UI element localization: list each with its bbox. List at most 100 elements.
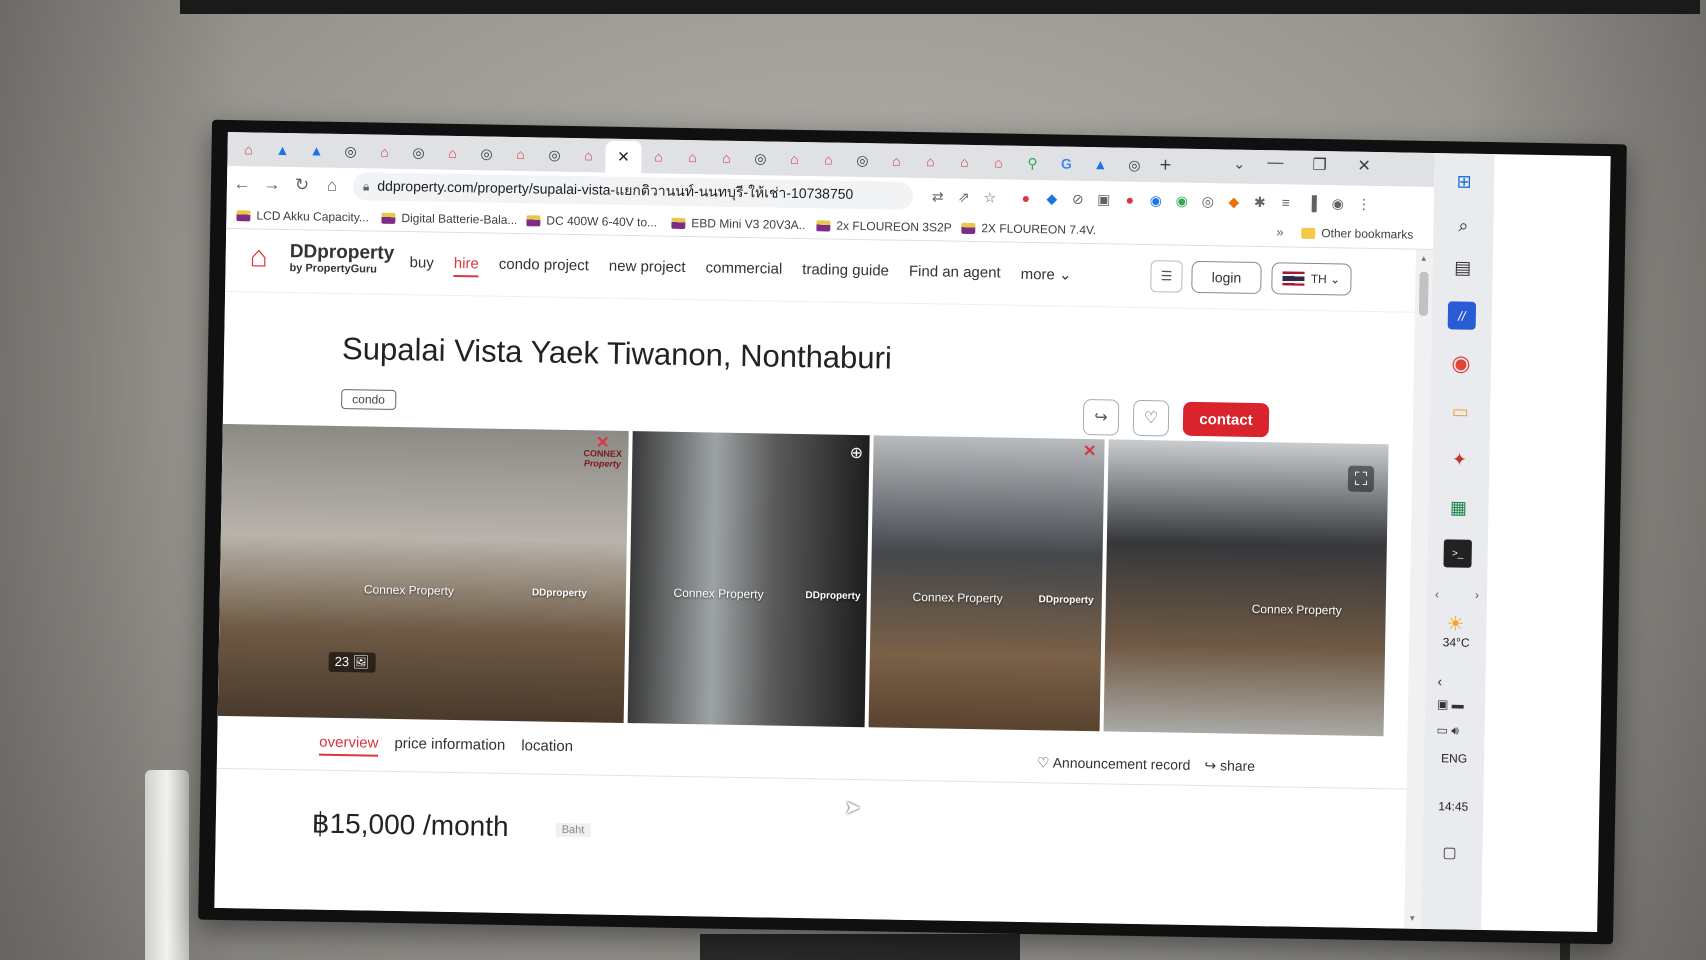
input-language[interactable]: ENG bbox=[1424, 751, 1484, 766]
bookmarks-overflow-icon[interactable]: » bbox=[1276, 224, 1283, 239]
photo-count-badge[interactable]: 23 🖼︎ bbox=[328, 651, 376, 673]
task-view-icon[interactable]: ▤ bbox=[1448, 253, 1476, 281]
browser-tab[interactable]: ▲ bbox=[265, 136, 299, 165]
browser-tab[interactable]: ◎ bbox=[537, 140, 571, 169]
scroll-thumb[interactable] bbox=[1418, 271, 1429, 316]
home-icon[interactable]: ⌂ bbox=[317, 176, 347, 197]
new-tab-button[interactable]: + bbox=[1151, 151, 1179, 179]
browser-tab[interactable]: ◎ bbox=[743, 144, 777, 173]
photo-bedroom-2[interactable]: ⛶ Connex Property bbox=[1103, 439, 1389, 737]
nav-item[interactable]: condo project bbox=[499, 256, 589, 280]
extension-icon-1[interactable]: ● bbox=[1013, 190, 1039, 206]
bookmark-item[interactable]: Digital Batterie-Bala... bbox=[381, 211, 517, 227]
chevron-right-icon[interactable]: › bbox=[1475, 588, 1479, 602]
scroll-down-icon[interactable]: ▼ bbox=[1408, 914, 1416, 923]
zoom-icon[interactable]: ⊕ bbox=[850, 443, 864, 463]
browser-tab[interactable]: ▲ bbox=[299, 136, 333, 165]
announcement-record-link[interactable]: ♡ Announcement record bbox=[1037, 754, 1191, 774]
extension-icon-5[interactable]: ● bbox=[1117, 192, 1143, 208]
side-panel-icon[interactable]: ▐ bbox=[1299, 195, 1325, 211]
browser-tab[interactable]: ◎ bbox=[845, 146, 879, 175]
extension-icon-3[interactable]: ⊘ bbox=[1065, 190, 1091, 207]
show-hidden-icons-icon[interactable]: ‹ bbox=[1437, 673, 1442, 689]
restore-icon[interactable]: ❐ bbox=[1312, 155, 1327, 175]
browser-tab[interactable]: ✕ bbox=[605, 140, 642, 174]
listing-tab[interactable]: overview bbox=[319, 733, 379, 757]
photo-living-room[interactable]: ✕ CONNEX Property Connex Property DDproper… bbox=[214, 423, 629, 723]
translate-icon[interactable]: ⇄ bbox=[925, 188, 951, 205]
spreadsheet-icon[interactable]: ▦ bbox=[1444, 493, 1472, 521]
browser-tab[interactable]: ⌂ bbox=[503, 140, 537, 169]
nav-item[interactable]: trading guide bbox=[802, 261, 889, 285]
extension-icon-8[interactable]: ◎ bbox=[1195, 192, 1221, 209]
address-bar[interactable]: 🔒︎ ddproperty.com/property/supalai-vista… bbox=[352, 172, 914, 210]
clock[interactable]: 14:45 bbox=[1423, 799, 1483, 814]
browser-tab[interactable]: ⌂ bbox=[709, 143, 743, 172]
network-volume-icons[interactable]: ▭ 🔊︎ bbox=[1436, 723, 1458, 738]
windows-start-icon[interactable]: ⊞ bbox=[1450, 167, 1478, 195]
listing-tab[interactable]: price information bbox=[394, 735, 505, 759]
extensions-puzzle-icon[interactable]: ✱ bbox=[1247, 193, 1273, 210]
browser-tab[interactable]: ◎ bbox=[401, 138, 435, 167]
weather-icon[interactable]: ☀ bbox=[1446, 611, 1464, 636]
tab-search-icon[interactable]: ⌄ bbox=[1233, 156, 1245, 173]
extension-icon-4[interactable]: ▣ bbox=[1091, 191, 1117, 208]
browser-tab[interactable]: ⌂ bbox=[231, 135, 265, 164]
browser-tab[interactable]: ⌂ bbox=[981, 148, 1015, 177]
nav-item[interactable]: hire bbox=[453, 254, 479, 278]
search-icon[interactable]: ⌕ bbox=[1449, 211, 1477, 239]
file-explorer-icon[interactable]: ▭ bbox=[1446, 397, 1474, 425]
tray-icons[interactable]: ▣ ▬ bbox=[1437, 697, 1464, 711]
extension-icon-7[interactable]: ◉ bbox=[1169, 192, 1195, 209]
chevron-left-icon[interactable]: ‹ bbox=[1435, 587, 1439, 601]
photo-bedroom-1[interactable]: ✕ Connex Property DDproperty bbox=[868, 435, 1105, 732]
forward-icon[interactable]: → bbox=[257, 175, 287, 196]
extension-icon-2[interactable]: ◆ bbox=[1039, 190, 1065, 207]
browser-tab[interactable]: G bbox=[1049, 149, 1083, 178]
nav-item[interactable]: new project bbox=[609, 258, 686, 281]
terminal-icon[interactable]: >_ bbox=[1443, 539, 1472, 568]
close-tab-icon[interactable]: ✕ bbox=[617, 148, 630, 166]
profile-icon[interactable]: ◉ bbox=[1325, 195, 1351, 212]
browser-tab[interactable]: ⌂ bbox=[913, 147, 947, 176]
browser-tab[interactable]: ◎ bbox=[1117, 151, 1151, 180]
share-page-icon[interactable]: ⇗ bbox=[951, 188, 977, 205]
browser-tab[interactable]: ⌂ bbox=[777, 145, 811, 174]
extension-icon-9[interactable]: ◆ bbox=[1221, 193, 1247, 210]
browser-tab[interactable]: ⌂ bbox=[811, 145, 845, 174]
bookmark-item[interactable]: LCD Akku Capacity... bbox=[236, 208, 371, 224]
browser-tab[interactable]: ⌂ bbox=[947, 148, 981, 177]
browser-tab[interactable]: ⚲ bbox=[1015, 149, 1049, 178]
fullscreen-icon[interactable]: ⛶ bbox=[1347, 465, 1375, 493]
language-selector[interactable]: TH ⌄ bbox=[1271, 262, 1352, 296]
browser-tab[interactable]: ◎ bbox=[333, 137, 367, 166]
favorite-button[interactable]: ♡ bbox=[1132, 399, 1170, 437]
minimize-icon[interactable]: — bbox=[1267, 154, 1283, 172]
scroll-up-icon[interactable]: ▲ bbox=[1420, 254, 1428, 263]
nav-item[interactable]: buy bbox=[409, 254, 433, 276]
nav-item[interactable]: Find an agent bbox=[909, 263, 1001, 287]
app-icon[interactable]: ✦ bbox=[1445, 445, 1473, 473]
browser-tab[interactable]: ⌂ bbox=[641, 142, 675, 171]
notifications-icon[interactable]: ▢ bbox=[1442, 843, 1456, 861]
app-icon[interactable]: // bbox=[1447, 301, 1477, 330]
back-icon[interactable]: ← bbox=[227, 174, 257, 195]
bookmark-star-icon[interactable]: ☆ bbox=[977, 189, 1003, 206]
contact-button[interactable]: contact bbox=[1182, 401, 1270, 438]
site-logo[interactable]: ⌂ DDproperty by PropertyGuru bbox=[249, 239, 394, 278]
other-bookmarks[interactable]: Other bookmarks bbox=[1301, 226, 1413, 242]
photo-kitchen[interactable]: ⊕ Connex Property DDproperty bbox=[627, 431, 870, 728]
share-button[interactable]: ↪ bbox=[1082, 398, 1120, 436]
browser-tab[interactable]: ⌂ bbox=[367, 137, 401, 166]
browser-tab[interactable]: ▲ bbox=[1083, 150, 1117, 179]
nav-item[interactable]: more ⌄ bbox=[1020, 265, 1072, 288]
bookmark-item[interactable]: 2X FLOUREON 7.4V... bbox=[961, 221, 1096, 237]
bookmark-item[interactable]: 2x FLOUREON 3S2P... bbox=[816, 218, 951, 235]
nav-item[interactable]: commercial bbox=[705, 259, 782, 282]
bookmark-item[interactable]: EBD Mini V3 20V3A... bbox=[671, 216, 806, 232]
browser-tab[interactable]: ◎ bbox=[469, 139, 503, 168]
saved-list-button[interactable]: ☰ bbox=[1150, 260, 1183, 293]
chrome-menu-icon[interactable]: ⋮ bbox=[1351, 195, 1377, 212]
reload-icon[interactable]: ↻ bbox=[287, 175, 317, 196]
browser-tab[interactable]: ⌂ bbox=[879, 146, 913, 175]
